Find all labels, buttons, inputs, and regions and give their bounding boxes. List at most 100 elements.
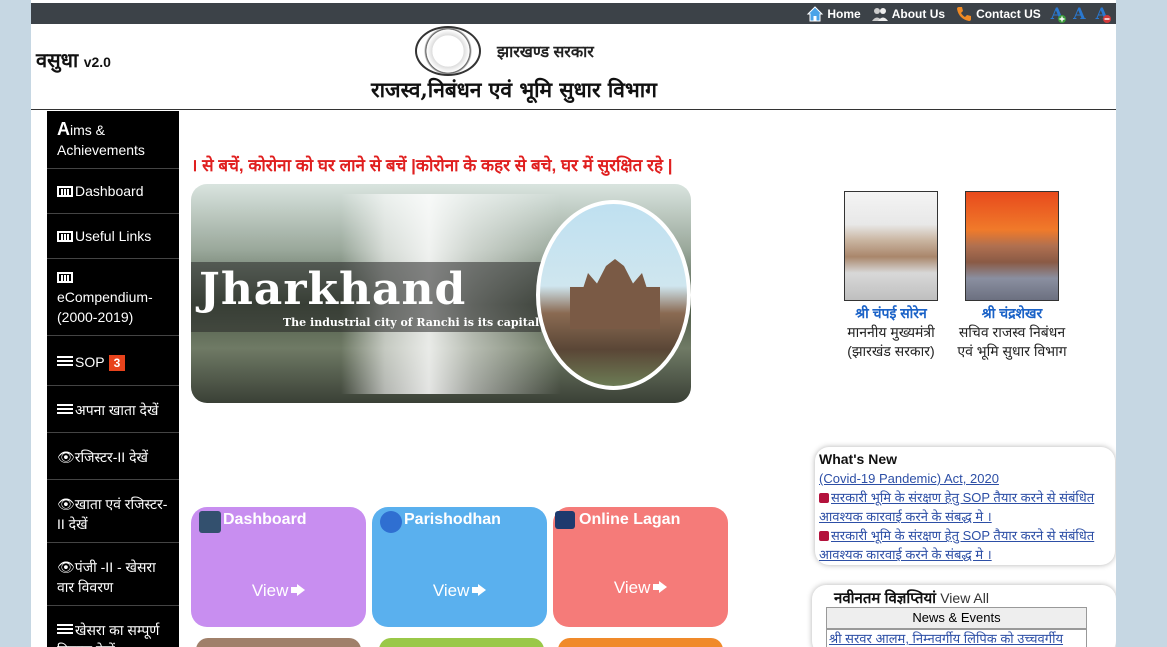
phone-icon xyxy=(955,5,973,23)
sop-count-badge: 3 xyxy=(108,355,126,371)
whats-new-item-text: सरकारी भूमि के संरक्षण हेतु SOP तैयार कर… xyxy=(819,528,1095,562)
arrow-right-icon xyxy=(653,581,668,593)
view-label: View xyxy=(613,578,651,597)
sidebar-item-label: Dashboard xyxy=(75,183,144,199)
page: Home About Us Contact US A A A वसुधा v2.… xyxy=(31,0,1116,647)
person-card-cm: श्री चंपई सोरेन माननीय मुख्यमंत्री (झारख… xyxy=(836,191,946,361)
cm-photo xyxy=(844,191,938,301)
department-title: राजस्व,निबंधन एवं भूमि सुधार विभाग xyxy=(371,77,657,102)
about-link[interactable]: About Us xyxy=(871,5,945,23)
sidebar-item-khata-register[interactable]: 👁खाता एवं रजिस्टर-II देखें xyxy=(47,480,179,543)
sidebar-item-label: eCompendium-(2000-2019) xyxy=(57,289,153,325)
home-link[interactable]: Home xyxy=(806,5,861,23)
tile-parishodhan[interactable]: Parishodhan View xyxy=(372,507,547,627)
sidebar-item-ecompendium[interactable]: eCompendium-(2000-2019) xyxy=(47,259,179,336)
whats-new-heading: What's New xyxy=(819,451,898,467)
whats-new-item[interactable]: सरकारी भूमि के संरक्षण हेतु SOP तैयार कर… xyxy=(819,488,1111,526)
whats-new-item[interactable]: (Covid-19 Pandemic) Act, 2020 xyxy=(819,469,1111,488)
home-icon xyxy=(806,5,824,23)
arrow-right-icon xyxy=(472,584,487,596)
eye-icon: 👁 xyxy=(57,449,75,465)
secretary-name[interactable]: श्री चंद्रशेखर xyxy=(957,304,1067,323)
list-icon xyxy=(57,356,73,368)
about-label: About Us xyxy=(891,6,946,21)
site-brand[interactable]: वसुधा v2.0 xyxy=(36,46,111,73)
eye-icon: 👁 xyxy=(57,559,75,575)
top-nav: Home About Us Contact US A A A xyxy=(806,3,1111,24)
plus-icon xyxy=(1058,15,1067,23)
notice-row[interactable]: श्री सरवर आलम, निम्नवर्गीय लिपिक को उच्च… xyxy=(826,629,1087,647)
tile-view-link[interactable]: View xyxy=(372,581,547,601)
rent-icon xyxy=(555,511,575,529)
temple-shape xyxy=(570,259,660,329)
state-emblem xyxy=(415,26,481,76)
cm-designation: माननीय मुख्यमंत्री (झारखंड सरकार) xyxy=(847,324,935,359)
contact-link[interactable]: Contact US xyxy=(955,5,1041,23)
brand-version: v2.0 xyxy=(83,54,111,70)
bullet-icon xyxy=(819,531,829,541)
arrow-right-icon xyxy=(291,584,306,596)
temple-image xyxy=(536,200,691,390)
tile-view-link[interactable]: View xyxy=(191,581,366,601)
gov-name: झारखण्ड सरकार xyxy=(497,44,594,61)
secretary-designation: सचिव राजस्व निबंधन एवं भूमि सुधार विभाग xyxy=(957,324,1067,359)
sidebar-item-apna-khata[interactable]: अपना खाता देखें xyxy=(47,386,179,433)
chart-icon xyxy=(57,231,73,242)
view-label: View xyxy=(432,581,470,600)
tile-online-lagan[interactable]: Online Lagan View xyxy=(553,507,728,627)
tile-partial-3[interactable] xyxy=(558,638,723,647)
whats-new-item-text: सरकारी भूमि के संरक्षण हेतु SOP तैयार कर… xyxy=(819,490,1095,524)
home-label: Home xyxy=(827,6,861,21)
tile-dashboard[interactable]: Dashboard View xyxy=(191,507,366,627)
chart-icon xyxy=(57,186,73,197)
top-bar: Home About Us Contact US A A A xyxy=(31,3,1116,24)
aims-cap-letter: A xyxy=(57,119,70,139)
sidebar-item-label: रजिस्टर-II देखें xyxy=(74,449,148,465)
contact-label: Contact US xyxy=(976,6,1041,21)
sidebar-item-useful-links[interactable]: Useful Links xyxy=(47,214,179,259)
sidebar-item-panji-khesra[interactable]: 👁पंजी -II - खेसरा वार विवरण xyxy=(47,543,179,606)
view-label: View xyxy=(251,581,289,600)
whats-new-item[interactable]: सरकारी भूमि के संरक्षण हेतु SOP तैयार कर… xyxy=(819,526,1111,564)
whats-new-panel: What's New (Covid-19 Pandemic) Act, 2020… xyxy=(815,447,1115,565)
cm-name[interactable]: श्री चंपई सोरेन xyxy=(836,304,946,323)
font-increase-button[interactable]: A xyxy=(1051,4,1067,23)
dashboard-logo-icon xyxy=(199,511,221,533)
banner-title: Jharkhand xyxy=(199,264,467,315)
list-icon xyxy=(57,624,73,636)
brand-name: वसुधा xyxy=(36,50,79,72)
bullet-icon xyxy=(819,493,829,503)
minus-icon xyxy=(1103,15,1111,23)
tile-view-link[interactable]: View xyxy=(553,578,728,598)
announcement-marquee: । से बचें, कोरोना को घर लाने से बचें |को… xyxy=(191,156,673,175)
sidebar-item-dashboard[interactable]: Dashboard xyxy=(47,169,179,214)
tile-title: Online Lagan xyxy=(579,511,681,528)
sidebar-item-aims[interactable]: Aims & Achievements xyxy=(47,111,179,169)
notices-title: नवीनतम विज्ञप्तियां View All xyxy=(834,588,989,608)
tile-title: Dashboard xyxy=(223,511,307,528)
edit-doc-icon xyxy=(380,511,402,533)
eye-icon: 👁 xyxy=(57,496,75,512)
chart-icon xyxy=(57,272,73,283)
notices-heading: नवीनतम विज्ञप्तियां xyxy=(834,590,937,607)
tile-partial-1[interactable] xyxy=(196,638,361,647)
hero-banner: Jharkhand The industrial city of Ranchi … xyxy=(191,184,691,403)
sidebar-item-label: अपना खाता देखें xyxy=(75,402,159,418)
view-all-link[interactable]: View All xyxy=(940,590,989,606)
sidebar-item-sop[interactable]: SOP 3 xyxy=(47,336,179,386)
person-card-secretary: श्री चंद्रशेखर सचिव राजस्व निबंधन एवं भू… xyxy=(957,191,1067,361)
secretary-photo xyxy=(965,191,1059,301)
sidebar-item-label: Useful Links xyxy=(75,228,152,244)
site-header: वसुधा v2.0 झारखण्ड सरकार राजस्व,निबंधन ए… xyxy=(31,24,1116,110)
sidebar-item-khesra-vivran[interactable]: खेसरा का सम्पूर्ण विवरण देखें xyxy=(47,606,179,647)
sidebar-item-label: ims & Achievements xyxy=(57,122,145,158)
tab-news-events[interactable]: News & Events xyxy=(826,607,1087,629)
list-icon xyxy=(57,404,73,416)
sidebar-item-register-ii[interactable]: 👁रजिस्टर-II देखें xyxy=(47,433,179,480)
font-normal-button[interactable]: A xyxy=(1073,4,1085,23)
tile-partial-2[interactable] xyxy=(379,638,544,647)
tile-title: Parishodhan xyxy=(404,511,501,528)
font-decrease-button[interactable]: A xyxy=(1096,4,1111,23)
sidebar: Aims & Achievements Dashboard Useful Lin… xyxy=(47,111,179,647)
sidebar-item-label: SOP xyxy=(75,354,105,370)
